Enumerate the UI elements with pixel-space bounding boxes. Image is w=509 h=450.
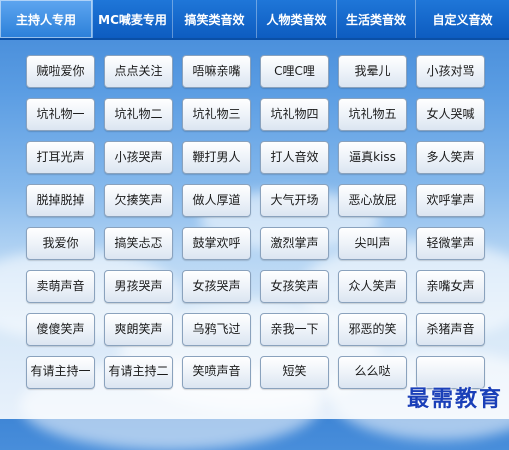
sound-button[interactable]: 小孩对骂 bbox=[416, 55, 485, 88]
sound-button[interactable]: 邪恶的笑 bbox=[338, 313, 407, 346]
sound-button[interactable]: 打人音效 bbox=[260, 141, 329, 174]
sound-button[interactable]: 大气开场 bbox=[260, 184, 329, 217]
sound-button[interactable]: 贼啦爱你 bbox=[26, 55, 95, 88]
tab-label: 搞笑类音效 bbox=[184, 12, 245, 27]
category-tab-bar: 主持人专用 MC喊麦专用 搞笑类音效 人物类音效 生活类音效 自定义音效 bbox=[0, 0, 509, 40]
sound-button[interactable]: 傻傻笑声 bbox=[26, 313, 95, 346]
sound-button[interactable]: 有请主持二 bbox=[104, 356, 173, 389]
tab-funny-sounds[interactable]: 搞笑类音效 bbox=[173, 0, 257, 38]
sound-button[interactable]: 亲我一下 bbox=[260, 313, 329, 346]
sound-button[interactable]: 坑礼物四 bbox=[260, 98, 329, 131]
sound-button[interactable]: 做人厚道 bbox=[182, 184, 251, 217]
sound-button[interactable]: 坑礼物三 bbox=[182, 98, 251, 131]
sound-button[interactable]: 女孩笑声 bbox=[260, 270, 329, 303]
sound-button[interactable]: 短笑 bbox=[260, 356, 329, 389]
sound-button[interactable]: 搞笑忐忑 bbox=[104, 227, 173, 260]
sound-button[interactable]: 爽朗笑声 bbox=[104, 313, 173, 346]
watermark-text: 最需教育 bbox=[406, 386, 503, 412]
sound-button[interactable]: 唔嘛亲嘴 bbox=[182, 55, 251, 88]
sound-button[interactable]: 坑礼物五 bbox=[338, 98, 407, 131]
sound-button-grid: 贼啦爱你 点点关注 唔嘛亲嘴 C哩C哩 我晕儿 小孩对骂坑礼物一 坑礼物二 坑礼物三 坑礼物四坑… bbox=[26, 55, 485, 389]
sound-button[interactable]: C哩C哩 bbox=[260, 55, 329, 88]
sound-button[interactable]: 么么哒 bbox=[338, 356, 407, 389]
sound-button[interactable]: 逼真kiss bbox=[338, 141, 407, 174]
sound-button[interactable]: 激烈掌声 bbox=[260, 227, 329, 260]
sound-button[interactable]: 女人哭喊 bbox=[416, 98, 485, 131]
sound-button[interactable]: 我晕儿 bbox=[338, 55, 407, 88]
tab-label: 主持人专用 bbox=[15, 12, 76, 27]
sound-button[interactable]: 女孩哭声 bbox=[182, 270, 251, 303]
sound-button[interactable]: 打耳光声 bbox=[26, 141, 95, 174]
tab-host[interactable]: 主持人专用 bbox=[0, 0, 93, 38]
sound-button[interactable]: 亲嘴女声 bbox=[416, 270, 485, 303]
sound-button[interactable]: 鼓掌欢呼 bbox=[182, 227, 251, 260]
tab-mc[interactable]: MC喊麦专用 bbox=[93, 0, 173, 38]
sound-button[interactable]: 坑礼物二 bbox=[104, 98, 173, 131]
sound-button[interactable]: 男孩哭声 bbox=[104, 270, 173, 303]
tab-label: 生活类音效 bbox=[345, 12, 406, 27]
sound-button[interactable]: 众人笑声 bbox=[338, 270, 407, 303]
sound-button[interactable]: 轻微掌声 bbox=[416, 227, 485, 260]
sound-button[interactable]: 多人笑声 bbox=[416, 141, 485, 174]
tab-custom-sounds[interactable]: 自定义音效 bbox=[416, 0, 509, 38]
sound-button[interactable]: 脱掉脱掉 bbox=[26, 184, 95, 217]
sound-button[interactable]: 尖叫声 bbox=[338, 227, 407, 260]
tab-label: MC喊麦专用 bbox=[98, 12, 167, 27]
sound-button[interactable]: 欢呼掌声 bbox=[416, 184, 485, 217]
tab-character-sounds[interactable]: 人物类音效 bbox=[257, 0, 337, 38]
tab-label: 人物类音效 bbox=[266, 12, 327, 27]
sound-button[interactable]: 坑礼物一 bbox=[26, 98, 95, 131]
tab-life-sounds[interactable]: 生活类音效 bbox=[337, 0, 416, 38]
sound-button[interactable]: 我爱你 bbox=[26, 227, 95, 260]
tab-label: 自定义音效 bbox=[432, 12, 493, 27]
sound-button[interactable]: 卖萌声音 bbox=[26, 270, 95, 303]
sound-button[interactable]: 杀猪声音 bbox=[416, 313, 485, 346]
sound-button[interactable]: 笑喷声音 bbox=[182, 356, 251, 389]
sound-button[interactable]: 鞭打男人 bbox=[182, 141, 251, 174]
sound-button[interactable]: 点点关注 bbox=[104, 55, 173, 88]
sound-button[interactable]: 有请主持一 bbox=[26, 356, 95, 389]
sound-button[interactable]: 欠揍笑声 bbox=[104, 184, 173, 217]
sound-button[interactable]: 小孩哭声 bbox=[104, 141, 173, 174]
sound-button[interactable]: 恶心放屁 bbox=[338, 184, 407, 217]
sound-button[interactable]: 乌鸦飞过 bbox=[182, 313, 251, 346]
